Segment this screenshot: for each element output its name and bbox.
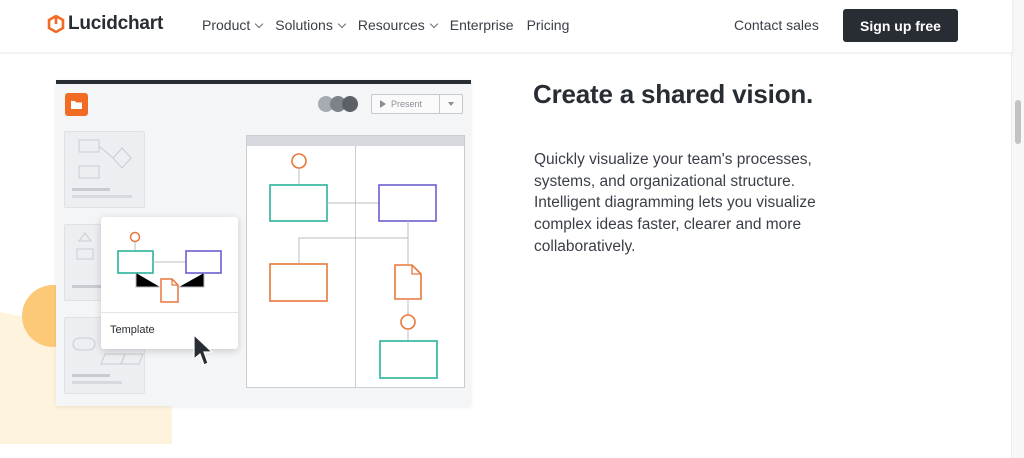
scrollbar-thumb[interactable] — [1015, 100, 1021, 144]
folder-button — [65, 93, 88, 116]
present-label: Present — [391, 99, 423, 109]
nav-item-label: Enterprise — [449, 17, 514, 33]
nav-item-enterprise[interactable]: Enterprise — [450, 17, 514, 33]
template-thumbnail — [64, 131, 145, 208]
contact-sales-link[interactable]: Contact sales — [734, 17, 819, 33]
dropdown-arrow-icon — [448, 102, 454, 106]
template-label: Template — [110, 324, 155, 336]
site-header: Lucidchart Product Solutions Resources E… — [0, 0, 1012, 52]
main-nav: Product Solutions Resources Enterprise P… — [202, 17, 582, 33]
play-icon — [380, 100, 386, 108]
nav-item-solutions[interactable]: Solutions — [275, 17, 347, 33]
nav-item-label: Product — [202, 17, 251, 33]
document-icon — [160, 278, 179, 303]
cursor-arrow-icon — [193, 333, 214, 373]
nav-item-label: Pricing — [526, 17, 570, 33]
lucidchart-logo-icon — [47, 14, 65, 34]
nav-item-resources[interactable]: Resources — [357, 17, 439, 33]
nav-item-product[interactable]: Product — [202, 17, 264, 33]
diagram-canvas — [246, 135, 465, 388]
chevron-down-icon — [255, 19, 264, 28]
nav-item-pricing[interactable]: Pricing — [527, 17, 570, 33]
feature-description: Quickly visualize your team's processes,… — [534, 151, 816, 255]
page-scrollbar[interactable] — [1011, 0, 1024, 458]
product-illustration: Present Template — [56, 80, 471, 406]
template-card: Template — [101, 217, 238, 349]
sign-up-button[interactable]: Sign up free — [843, 9, 958, 42]
nav-item-label: Solutions — [275, 17, 333, 33]
avatar — [342, 96, 358, 112]
chevron-down-icon — [429, 19, 439, 28]
logo-text: Lucidchart — [68, 13, 164, 34]
nav-item-label: Resources — [357, 17, 425, 33]
folder-icon — [71, 101, 82, 109]
chevron-down-icon — [337, 19, 347, 28]
feature-headline: Create a shared vision. — [533, 79, 814, 109]
divider — [101, 312, 238, 313]
collaborator-avatars — [318, 96, 362, 112]
logo[interactable]: Lucidchart — [47, 13, 163, 35]
present-button: Present — [371, 94, 463, 114]
